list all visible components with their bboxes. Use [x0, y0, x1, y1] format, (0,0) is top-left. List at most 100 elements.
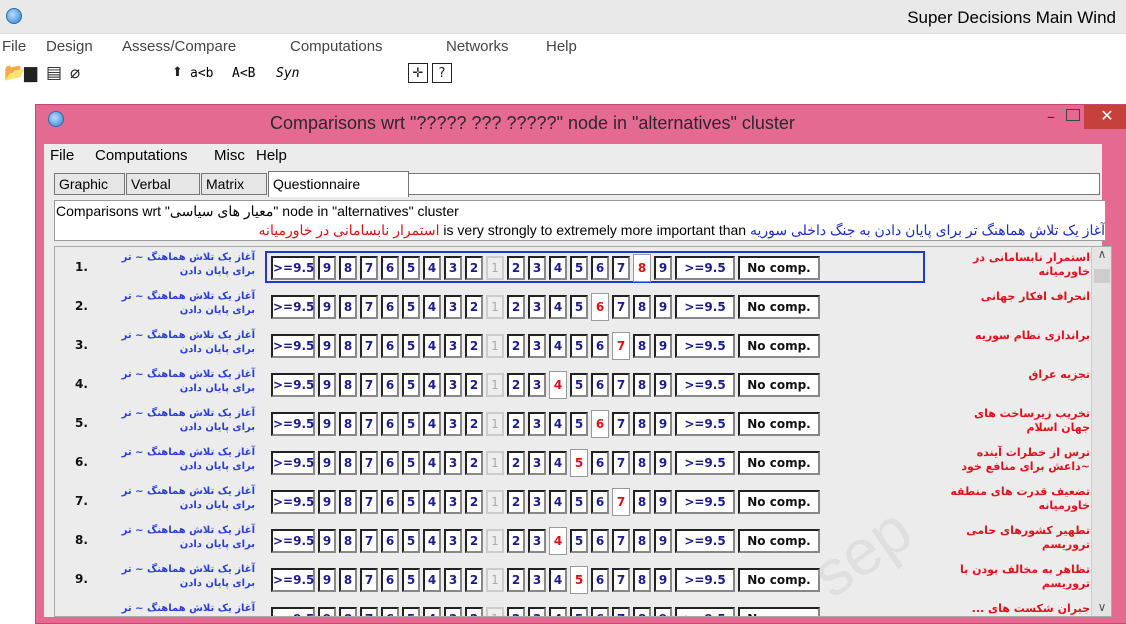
scale-cell[interactable]: 1	[486, 529, 504, 553]
scale-cell[interactable]: 9	[318, 568, 336, 592]
scale-cell[interactable]: 4	[549, 412, 567, 436]
scale-cell[interactable]: 6	[381, 490, 399, 514]
scale-cell[interactable]: 1	[486, 334, 504, 358]
scale-cell[interactable]: 7	[360, 568, 378, 592]
scale-cell[interactable]: 4	[423, 334, 441, 358]
no-comparison-button[interactable]: No comp.	[738, 334, 820, 358]
scale-cell[interactable]: 4	[423, 451, 441, 475]
save-icon[interactable]: ▆	[24, 63, 37, 83]
scale-cell[interactable]: 4	[549, 256, 567, 280]
scale-cell[interactable]: 4	[423, 373, 441, 397]
scale-cell[interactable]: >=9.5	[271, 490, 315, 514]
open-folder-icon[interactable]: 📂	[4, 63, 25, 83]
scroll-down-icon[interactable]: ∨	[1092, 600, 1111, 616]
scale-cell[interactable]: 6	[591, 529, 609, 553]
compare-tool-icon[interactable]: ⬆	[172, 63, 183, 83]
scale-cell[interactable]: 7	[612, 529, 630, 553]
scale-cell[interactable]: 4	[423, 490, 441, 514]
scale-cell[interactable]: 6	[381, 334, 399, 358]
scale-cell[interactable]: 5	[402, 529, 420, 553]
scale-cell[interactable]: >=9.5	[271, 529, 315, 553]
scale-cell[interactable]: 2	[465, 373, 483, 397]
scale-cell[interactable]: 2	[465, 451, 483, 475]
scale-cell[interactable]: 6	[591, 568, 609, 592]
scale-cell[interactable]: 3	[528, 412, 546, 436]
scale-cell[interactable]: 5	[570, 449, 588, 477]
scale-cell[interactable]: 3	[528, 568, 546, 592]
scale-cell[interactable]: 3	[528, 295, 546, 319]
scale-cell[interactable]: 9	[318, 373, 336, 397]
scale-cell[interactable]: 2	[507, 490, 525, 514]
vertical-scrollbar[interactable]: ∧ ∨	[1091, 247, 1111, 616]
scale-cell[interactable]: 9	[318, 412, 336, 436]
scale-cell[interactable]: 5	[402, 295, 420, 319]
scale-cell[interactable]: 8	[633, 373, 651, 397]
scale-cell[interactable]: 9	[654, 607, 672, 616]
scale-cell[interactable]: 7	[360, 412, 378, 436]
scale-cell[interactable]: 9	[654, 256, 672, 280]
scale-cell[interactable]: 8	[633, 451, 651, 475]
scale-cell[interactable]: 4	[423, 256, 441, 280]
scale-cell[interactable]: 5	[402, 412, 420, 436]
scale-cell[interactable]: 2	[465, 256, 483, 280]
print-icon[interactable]: ▤	[46, 63, 62, 83]
scale-cell[interactable]: 7	[360, 295, 378, 319]
scale-cell[interactable]: 5	[402, 334, 420, 358]
menu-file[interactable]: File	[2, 38, 26, 55]
scale-cell[interactable]: 6	[591, 256, 609, 280]
scale-cell[interactable]: 7	[612, 412, 630, 436]
scale-cell[interactable]: 4	[549, 371, 567, 399]
scale-cell[interactable]: 3	[444, 451, 462, 475]
scale-cell[interactable]: 5	[570, 412, 588, 436]
scale-cell[interactable]: 4	[423, 412, 441, 436]
scale-cell[interactable]: 3	[444, 295, 462, 319]
scale-cell[interactable]: >=9.5	[271, 451, 315, 475]
scale-cell[interactable]: 5	[570, 256, 588, 280]
scale-cell[interactable]: 9	[654, 568, 672, 592]
scale-cell[interactable]: >=9.5	[271, 334, 315, 358]
scale-cell[interactable]: 1	[486, 256, 504, 280]
scale-cell[interactable]: 8	[339, 295, 357, 319]
menu-computations[interactable]: Computations	[290, 38, 383, 55]
scale-cell[interactable]: 9	[654, 334, 672, 358]
scale-cell[interactable]: 9	[318, 490, 336, 514]
scale-cell[interactable]: 7	[360, 529, 378, 553]
tab-graphic[interactable]: Graphic	[54, 173, 125, 195]
scale-cell[interactable]: 3	[444, 256, 462, 280]
scale-cell[interactable]: 9	[318, 451, 336, 475]
no-comparison-button[interactable]: No comp.	[738, 451, 820, 475]
scale-cell[interactable]: 3	[528, 256, 546, 280]
scale-cell[interactable]: 3	[528, 373, 546, 397]
scale-cell[interactable]: >=9.5	[675, 490, 735, 514]
scale-cell[interactable]: 7	[612, 256, 630, 280]
scale-cell[interactable]: 6	[381, 295, 399, 319]
scale-cell[interactable]: 1	[486, 490, 504, 514]
dialog-menu-misc[interactable]: Misc	[214, 147, 245, 164]
scale-cell[interactable]: 3	[528, 529, 546, 553]
scale-cell[interactable]: >=9.5	[271, 373, 315, 397]
scale-cell[interactable]: 2	[507, 568, 525, 592]
scale-cell[interactable]: 4	[423, 295, 441, 319]
scale-cell[interactable]: 1	[486, 373, 504, 397]
scale-cell[interactable]: 5	[570, 607, 588, 616]
scale-cell[interactable]: 4	[549, 527, 567, 555]
scale-cell[interactable]: 9	[654, 451, 672, 475]
scale-cell[interactable]: 8	[633, 295, 651, 319]
scale-cell[interactable]: 7	[612, 568, 630, 592]
scale-cell[interactable]: 3	[528, 607, 546, 616]
scale-cell[interactable]: >=9.5	[675, 295, 735, 319]
scale-cell[interactable]: 8	[633, 334, 651, 358]
scale-cell[interactable]: 4	[549, 334, 567, 358]
scale-cell[interactable]: 4	[423, 607, 441, 616]
scale-cell[interactable]: 7	[612, 488, 630, 516]
scale-cell[interactable]: 1	[486, 412, 504, 436]
scale-cell[interactable]: 8	[633, 490, 651, 514]
scale-cell[interactable]: 8	[633, 412, 651, 436]
scale-cell[interactable]: 5	[570, 334, 588, 358]
scale-cell[interactable]: 6	[381, 607, 399, 616]
scale-cell[interactable]: 3	[528, 451, 546, 475]
scale-cell[interactable]: 8	[633, 529, 651, 553]
scale-cell[interactable]: 2	[507, 295, 525, 319]
no-comparison-button[interactable]: No comp.	[738, 256, 820, 280]
scale-cell[interactable]: 6	[381, 373, 399, 397]
